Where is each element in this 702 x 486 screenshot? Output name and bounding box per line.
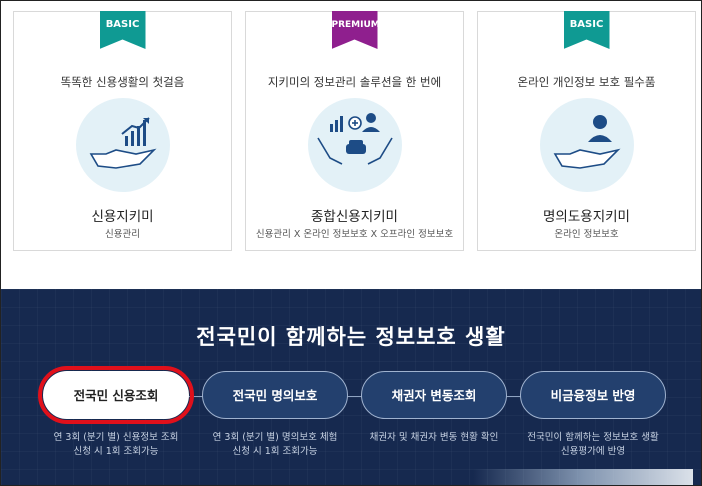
section-title: 전국민이 함께하는 정보보호 생활 xyxy=(196,325,506,349)
product-desc: 신용관리 X 온라인 정보보호 X 오프라인 정보보호 xyxy=(255,229,454,240)
step-note-line: 신청 시 1회 조회가능 xyxy=(73,446,159,457)
info-protection-section: 전국민이 함께하는 정보보호 생활 전국민 신용조회 전국민 명의보호 채권자 … xyxy=(1,289,701,485)
page-frame: BASIC 똑똑한 신용생활의 첫걸음 신용지키미 신용관리 PREMIUM 지… xyxy=(0,0,702,486)
product-desc: 신용관리 xyxy=(105,229,140,240)
product-card-credit[interactable]: BASIC 똑똑한 신용생활의 첫걸음 신용지키미 신용관리 xyxy=(13,11,232,251)
step-identity-protect-button[interactable]: 전국민 명의보호 xyxy=(202,371,348,419)
step-note-line: 연 3회 (분기 별) 명의보호 체험 xyxy=(212,432,338,443)
hands-chart-person-car-icon xyxy=(307,98,402,192)
highlight-ring xyxy=(38,366,194,424)
step-note: 연 3회 (분기 별) 명의보호 체험 신청 시 1회 조회가능 xyxy=(190,431,360,459)
decorative-graphic xyxy=(473,469,693,485)
card-tagline: 똑똑한 신용생활의 첫걸음 xyxy=(60,75,185,89)
step-note: 채권자 및 채권자 변동 현황 확인 xyxy=(349,431,519,445)
products-section: BASIC 똑똑한 신용생활의 첫걸음 신용지키미 신용관리 PREMIUM 지… xyxy=(1,1,701,289)
step-note-line: 전국민이 함께하는 정보보호 생활 xyxy=(527,432,659,443)
hand-chart-icon xyxy=(75,98,170,192)
premium-badge: PREMIUM xyxy=(331,11,378,49)
card-tagline: 지키미의 정보관리 솔루션을 한 번에 xyxy=(267,75,442,89)
basic-badge: BASIC xyxy=(99,11,146,49)
step-note-line: 신용평가에 반영 xyxy=(560,446,626,457)
product-name: 명의도용지키미 xyxy=(543,209,630,225)
step-note-line: 신청 시 1회 조회가능 xyxy=(232,446,318,457)
product-name: 종합신용지키미 xyxy=(311,209,398,225)
product-card-identity[interactable]: BASIC 온라인 개인정보 보호 필수품 명의도용지키미 온라인 정보보호 xyxy=(477,11,696,251)
product-name: 신용지키미 xyxy=(91,209,154,225)
basic-badge: BASIC xyxy=(563,11,610,49)
hand-person-icon xyxy=(539,98,634,192)
step-note-line: 채권자 및 채권자 변동 현황 확인 xyxy=(369,432,499,443)
step-nonfinancial-button[interactable]: 비금융정보 반영 xyxy=(520,371,666,419)
step-note-line: 연 3회 (분기 별) 신용정보 조회 xyxy=(53,432,179,443)
card-tagline: 온라인 개인정보 보호 필수품 xyxy=(517,75,656,89)
step-note: 연 3회 (분기 별) 신용정보 조회 신청 시 1회 조회가능 xyxy=(31,431,201,459)
step-creditor-change-button[interactable]: 채권자 변동조회 xyxy=(361,371,507,419)
product-card-total[interactable]: PREMIUM 지키미의 정보관리 솔루션을 한 번에 종합신용지키미 신용관리… xyxy=(245,11,464,251)
product-desc: 온라인 정보보호 xyxy=(554,229,619,240)
step-note: 전국민이 함께하는 정보보호 생활 신용평가에 반영 xyxy=(508,431,678,459)
